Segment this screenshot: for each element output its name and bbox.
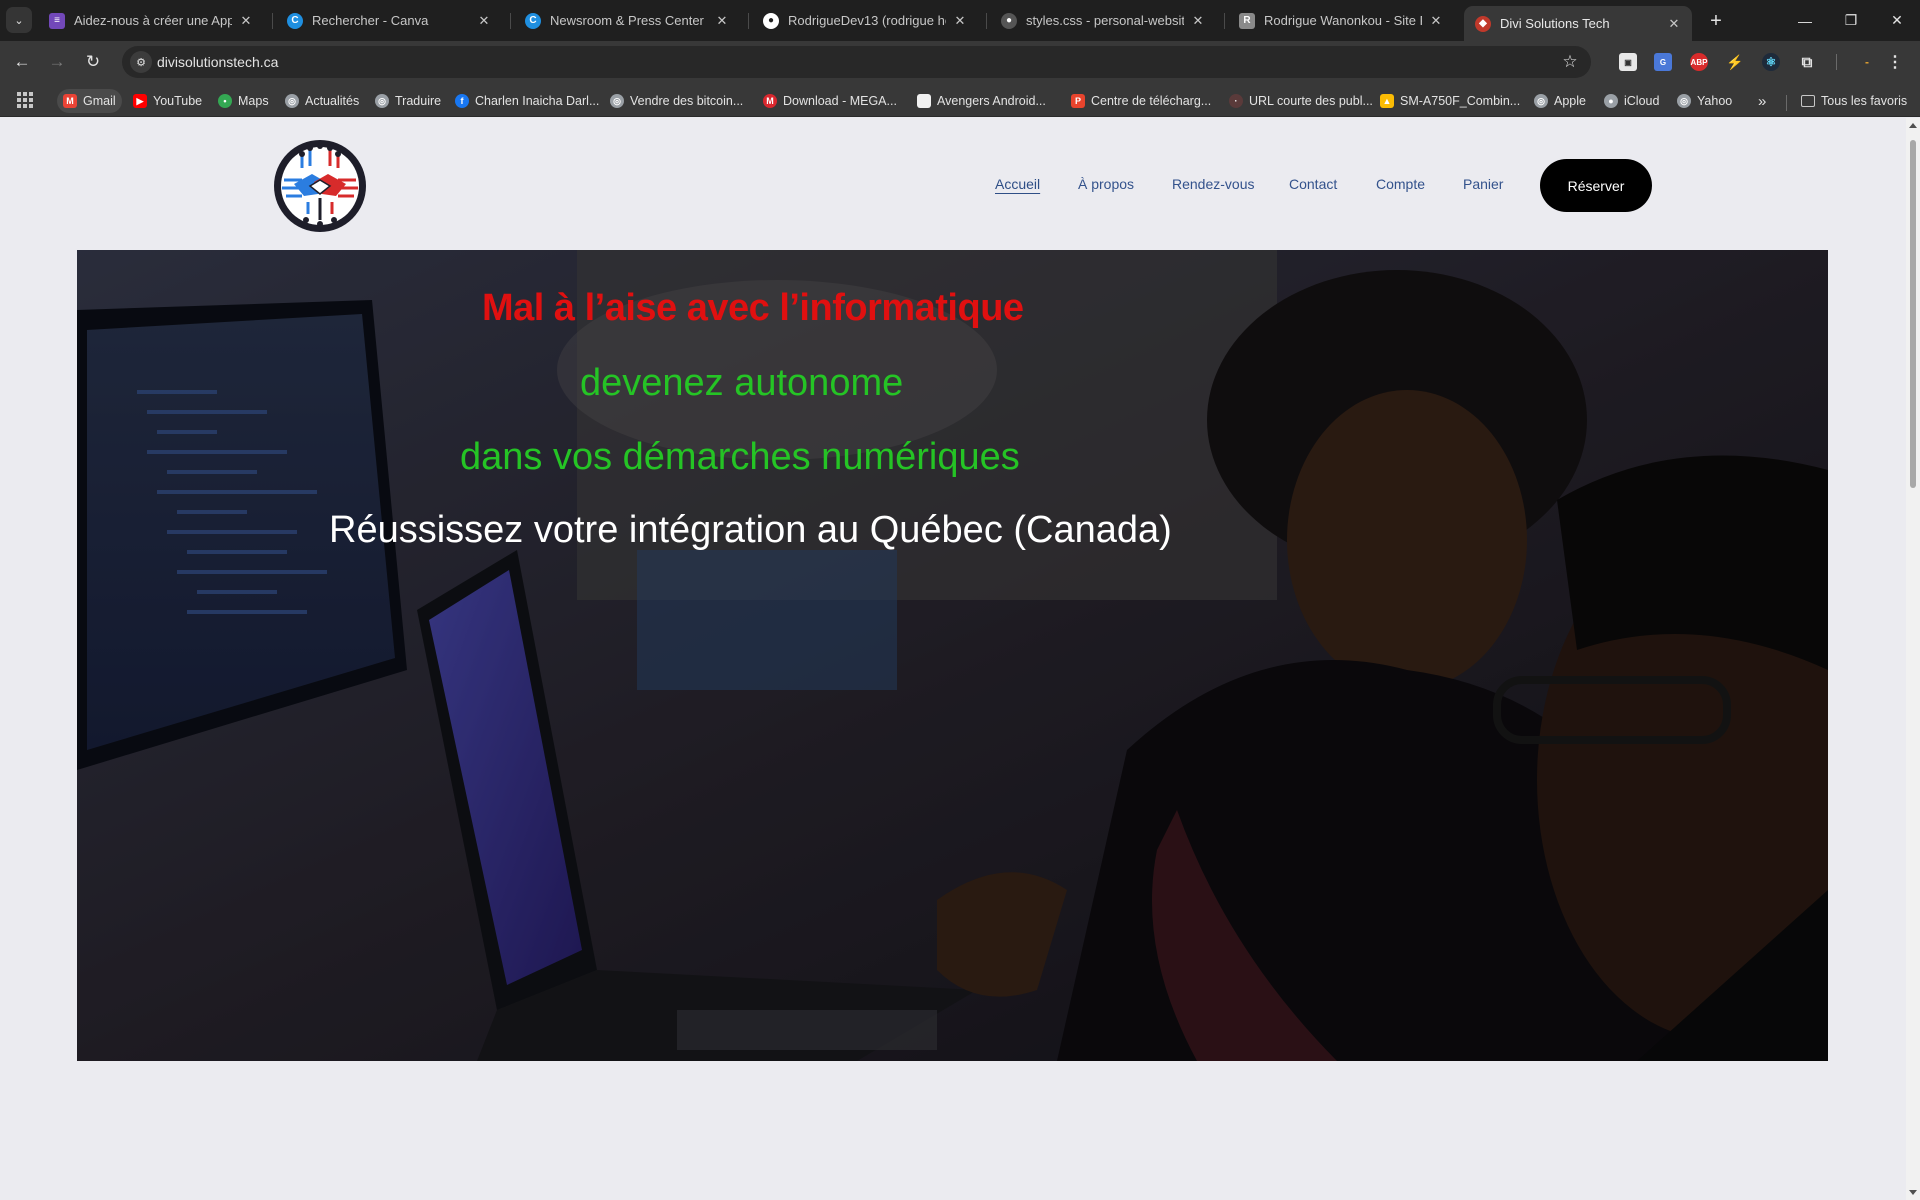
site-logo[interactable] [264,136,377,236]
handshake-circuit-logo [274,140,366,232]
close-window-icon[interactable]: ✕ [1874,0,1920,41]
globe-icon: ◎ [1677,94,1691,108]
apple-icon: ● [1604,94,1618,108]
globe-icon: ◎ [375,94,389,108]
maps-icon: • [218,94,232,108]
menu-kebab-icon[interactable]: ⋮ [1886,53,1904,71]
adblock-icon[interactable]: ABP [1690,53,1708,71]
tab-search-button[interactable]: ⌄ [6,7,32,33]
tab-github-styles[interactable]: ● styles.css - personal-website [C ✕ [990,6,1216,35]
nav-rendez-vous[interactable]: Rendez-vous [1172,176,1255,192]
scroll-down-arrow-icon[interactable] [1909,1190,1917,1195]
toolbar-divider [1836,54,1837,70]
bookmark-centre-telechargement[interactable]: P Centre de télécharg... [1065,89,1217,113]
minimize-icon[interactable]: — [1782,0,1828,41]
reserver-button[interactable]: Réserver [1540,159,1652,212]
chevron-down-icon: ⌄ [14,14,24,27]
react-devtools-icon[interactable]: ⚛ [1762,53,1780,71]
scrollbar-thumb[interactable] [1910,140,1916,488]
hero-headline-discomfort: Mal à l’aise avec l’informatique [482,287,1024,329]
site-info-icon[interactable]: ⚙ [130,51,152,73]
github-icon: ● [1001,12,1017,29]
bookmarks-overflow-icon[interactable]: » [1752,89,1772,113]
youtube-icon: ▶ [133,94,147,108]
tab-canva-search[interactable]: C Rechercher - Canva ✕ [276,6,502,35]
bookmark-avengers[interactable]: Avengers Android... [911,89,1052,113]
forward-arrow-icon[interactable]: → [43,48,71,76]
globe-icon: ◎ [610,94,624,108]
tab-canva-newsroom[interactable]: C Newsroom & Press Center | Ca ✕ [514,6,740,35]
divi-icon: ◆ [1475,15,1491,32]
lightning-extension-icon[interactable]: ⚡ [1726,53,1744,71]
bookmark-traduire[interactable]: ◎ Traduire [369,89,447,113]
extension-picture-icon[interactable]: ▣ [1619,53,1637,71]
nav-a-propos[interactable]: À propos [1078,176,1134,192]
bookmark-gmail[interactable]: M Gmail [57,89,122,113]
bookmark-yahoo[interactable]: ◎ Yahoo [1671,89,1738,113]
all-bookmarks-folder[interactable]: Tous les favoris [1795,89,1913,113]
browser-toolbar: ← → ↻ ⚙ divisolutionstech.ca ☆ ▣ G ABP ⚡… [0,41,1920,83]
back-arrow-icon[interactable]: ← [8,48,36,76]
scroll-up-arrow-icon[interactable] [1909,123,1917,128]
portfolio-icon: R [1239,12,1255,29]
hero-subheadline-quebec: Réussissez votre intégration au Québec (… [329,509,1172,551]
github-icon: ● [763,12,779,29]
close-icon[interactable]: ✕ [476,13,492,29]
url-text[interactable]: divisolutionstech.ca [157,54,278,70]
apps-grid-icon[interactable] [17,92,33,108]
download-center-icon: P [1071,94,1085,108]
bookmark-url-courte[interactable]: · URL courte des publ... [1223,89,1379,113]
tab-portfolio[interactable]: R Rodrigue Wanonkou - Site Pers ✕ [1228,6,1454,35]
bookmarks-bar: M Gmail ▶ YouTube • Maps ◎ Actualités ◎ Tradu… [0,83,1920,117]
bookmark-icloud[interactable]: ● iCloud [1598,89,1665,113]
close-icon[interactable]: ✕ [1666,16,1682,32]
nav-accueil[interactable]: Accueil [995,176,1040,192]
tab-strip: ⌄ ≡ Aidez-nous à créer une Applica ✕ C R… [0,0,1920,41]
nav-contact[interactable]: Contact [1289,176,1337,192]
hero-headline-autonome: devenez autonome [580,362,904,404]
gmail-icon: M [63,94,77,108]
hero-background-photo [77,250,1828,1061]
close-icon[interactable]: ✕ [952,13,968,29]
extensions-puzzle-icon[interactable]: ⧉ [1798,53,1816,71]
bookmark-bitcoin[interactable]: ◎ Vendre des bitcoin... [604,89,749,113]
link-icon: · [1229,94,1243,108]
bookmark-youtube[interactable]: ▶ YouTube [127,89,208,113]
bookmark-samsung-firmware[interactable]: ▲ SM-A750F_Combin... [1374,89,1526,113]
nav-panier[interactable]: Panier [1463,176,1503,192]
close-icon[interactable]: ✕ [1428,13,1444,29]
canva-icon: C [525,12,541,29]
tab-forms[interactable]: ≡ Aidez-nous à créer une Applica ✕ [38,6,264,35]
globe-icon: ◎ [285,94,299,108]
bookmark-star-icon[interactable]: ☆ [1559,51,1581,73]
canva-icon: C [287,12,303,29]
close-icon[interactable]: ✕ [1190,13,1206,29]
bookmark-apple[interactable]: ◎ Apple [1528,89,1592,113]
tab-github-profile[interactable]: ● RodrigueDev13 (rodrigue houe ✕ [752,6,978,35]
drive-icon: ▲ [1380,94,1394,108]
bookmark-facebook[interactable]: f Charlen Inaicha Darl... [449,89,605,113]
restore-icon[interactable]: ❐ [1828,0,1874,41]
close-icon[interactable]: ✕ [714,13,730,29]
profile-icon[interactable]: - [1858,53,1876,71]
page-scrollbar[interactable] [1906,118,1920,1200]
google-translate-icon[interactable]: G [1654,53,1672,71]
hero-banner: Mal à l’aise avec l’informatique devenez… [77,250,1828,1061]
page-icon [917,94,931,108]
nav-compte[interactable]: Compte [1376,176,1425,192]
bookmark-mega[interactable]: M Download - MEGA... [757,89,903,113]
new-tab-plus-icon[interactable]: + [1703,8,1729,34]
reload-icon[interactable]: ↻ [79,48,107,76]
tab-divi-active[interactable]: ◆ Divi Solutions Tech ✕ [1464,6,1692,41]
address-bar[interactable]: ⚙ divisolutionstech.ca ☆ [122,46,1591,78]
hero-headline-demarches: dans vos démarches numériques [460,436,1020,478]
folder-icon [1801,95,1815,107]
bookmark-actualites[interactable]: ◎ Actualités [279,89,365,113]
bookmark-maps[interactable]: • Maps [212,89,275,113]
forms-icon: ≡ [49,12,65,29]
globe-icon: ◎ [1534,94,1548,108]
facebook-icon: f [455,94,469,108]
mega-icon: M [763,94,777,108]
close-icon[interactable]: ✕ [238,13,254,29]
